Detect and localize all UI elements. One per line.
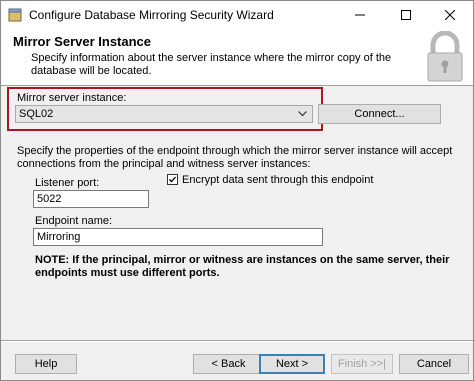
listener-port-input[interactable]: 5022 [33,190,149,208]
help-button[interactable]: Help [15,354,77,374]
wizard-window: Configure Database Mirroring Security Wi… [0,0,474,381]
endpoint-name-label: Endpoint name: [35,215,113,227]
chevron-down-icon [298,111,307,117]
page-title: Mirror Server Instance [13,34,152,49]
window-title: Configure Database Mirroring Security Wi… [29,8,274,22]
close-icon [445,10,455,20]
maximize-button[interactable] [383,1,429,29]
mirror-instance-label: Mirror server instance: [17,92,127,104]
title-bar[interactable]: Configure Database Mirroring Security Wi… [1,1,473,29]
encrypt-checkbox[interactable] [167,174,178,185]
checkmark-icon [169,176,176,183]
finish-button[interactable]: Finish >>| [331,354,393,374]
back-button[interactable]: < Back [193,354,264,374]
endpoint-name-input[interactable]: Mirroring [33,228,323,246]
endpoint-name-value: Mirroring [37,231,81,243]
lock-icon [427,31,463,82]
minimize-button[interactable] [337,1,383,29]
listener-port-value: 5022 [37,193,62,205]
mirror-instance-dropdown[interactable]: SQL02 [15,105,313,123]
close-button[interactable] [427,1,473,29]
page-description: Specify information about the server ins… [31,52,392,77]
ports-note: NOTE: If the principal, mirror or witnes… [35,254,450,279]
maximize-icon [401,10,411,20]
listener-port-label: Listener port: [35,177,100,189]
footer-divider [1,340,473,342]
mirror-instance-value: SQL02 [19,108,54,120]
next-button[interactable]: Next > [259,354,325,374]
wizard-header: Mirror Server Instance Specify informati… [1,29,473,86]
connect-button[interactable]: Connect... [318,104,441,124]
minimize-icon [355,14,365,16]
endpoint-description: Specify the properties of the endpoint t… [17,145,453,170]
cancel-button[interactable]: Cancel [399,354,469,374]
encrypt-label[interactable]: Encrypt data sent through this endpoint [182,174,373,186]
database-app-icon [8,8,22,22]
